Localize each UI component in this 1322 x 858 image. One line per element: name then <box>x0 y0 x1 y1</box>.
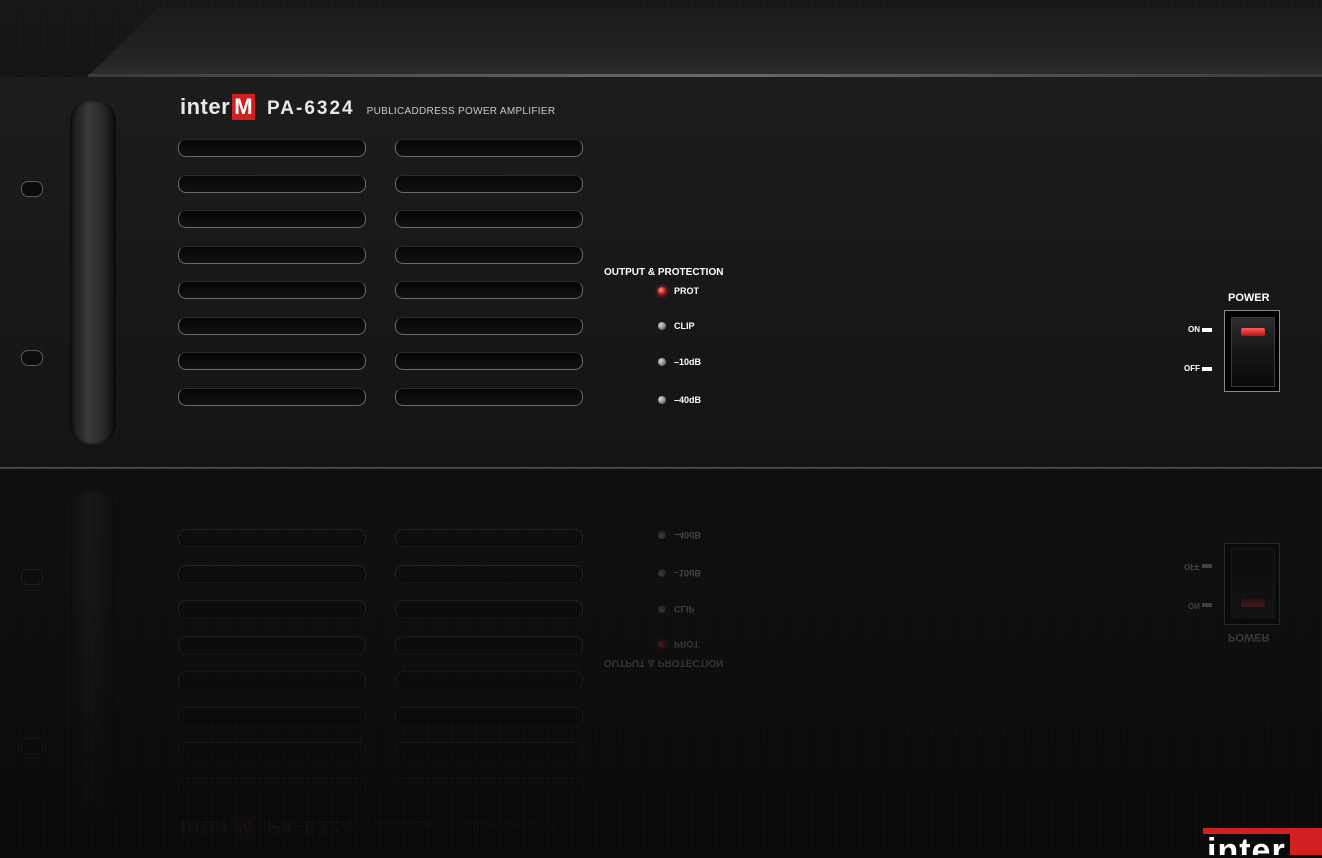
front-panel: inter M PA-6324 PUBLICADDRESS POWER AMPLI… <box>0 77 1322 469</box>
reflection-vent-slot <box>395 778 583 796</box>
power-switch[interactable] <box>1224 310 1280 392</box>
power-lamp-icon <box>1241 328 1265 336</box>
vent-slot <box>178 174 366 193</box>
vent-slot <box>178 281 366 299</box>
indicator-title: OUTPUT & PROTECTION <box>604 267 724 278</box>
reflection-led-icon <box>658 640 666 648</box>
reflection-led-icon <box>658 531 666 539</box>
rack-mount-hole <box>21 350 43 366</box>
reflection-vent-slot <box>395 636 583 654</box>
led-icon <box>658 396 666 404</box>
reflection-vent-slot <box>178 707 366 725</box>
vent-slot <box>178 387 366 406</box>
reflection-vent-slot <box>395 529 583 548</box>
reflection-power-title: POWER <box>1228 631 1270 643</box>
vent-slot <box>395 316 583 335</box>
vent-slot <box>395 281 583 299</box>
rack-mount-hole <box>21 181 43 197</box>
reflection-vent-slot <box>395 707 583 725</box>
reflection-vent-slot <box>395 600 583 619</box>
reflection-indicator-label: PROT <box>674 639 700 649</box>
reflection-vent-slot <box>395 565 583 583</box>
led-icon <box>658 358 666 366</box>
indicator-label: PROT <box>674 286 700 296</box>
power-title: POWER <box>1228 292 1270 304</box>
reflection-vent-slot <box>178 529 366 548</box>
reflection-indicator-minus-10db: –10dB <box>658 568 701 578</box>
reflection-vent-slot <box>178 636 366 654</box>
indicator-minus-40db: –40dB <box>658 395 701 405</box>
reflection-rack-mount-hole <box>21 738 43 754</box>
reflection-brand-logo: inter M <box>180 815 256 841</box>
vent-slot <box>395 245 583 264</box>
vent-slot <box>178 352 366 370</box>
product-description: PUBLICADDRESS POWER AMPLIFIER <box>366 106 556 117</box>
vent-slot <box>178 245 366 264</box>
corner-logo-text: inter <box>1207 832 1286 855</box>
model-number: PA-6324 <box>267 98 355 119</box>
chassis-lid <box>88 8 1322 76</box>
reflection-indicator-prot: PROT <box>658 639 699 649</box>
reflection-power-on-label: ON <box>1188 601 1212 610</box>
front-panel: inter M PA-6324 PUBLICADDRESS POWER AMPLI… <box>0 468 1322 858</box>
reflection-rack-handle <box>70 490 116 835</box>
reflection-indicator-minus-40db: –40dB <box>658 530 701 540</box>
indicator-clip: CLIP <box>658 321 695 331</box>
reflection-indicator-label: CLIP <box>674 604 695 614</box>
reflection-model-number: PA-6324 <box>267 816 355 837</box>
indicator-prot: PROT <box>658 286 699 296</box>
reflection-brand-header: inter M PA-6324 PUBLICADDRESS POWER AMPLI… <box>180 815 555 841</box>
vent-slot <box>395 210 583 228</box>
vent-slot <box>395 174 583 193</box>
reflection-vent-slot <box>178 778 366 796</box>
power-on-label: ON <box>1188 325 1212 334</box>
led-icon <box>658 322 666 330</box>
reflection-vent-slot <box>178 600 366 619</box>
reflection-power-off-label: OFF <box>1184 562 1212 571</box>
brand-header: inter M PA-6324 PUBLICADDRESS POWER AMPLI… <box>180 94 555 120</box>
rack-handle[interactable] <box>70 100 116 445</box>
vent-slot <box>395 387 583 406</box>
vent-slot <box>178 210 366 228</box>
corner-logo-mark <box>1290 834 1322 855</box>
reflection-indicator-title: OUTPUT & PROTECTION <box>604 657 724 668</box>
power-off-label: OFF <box>1184 364 1212 373</box>
power-rocker[interactable] <box>1231 317 1275 387</box>
indicator-label: –10dB <box>674 357 702 367</box>
indicator-label: –40dB <box>674 395 702 405</box>
reflection-led-icon <box>658 569 666 577</box>
reflection-rack-mount-hole <box>21 569 43 585</box>
reflection-indicator-clip: CLIP <box>658 604 695 614</box>
vent-slot <box>178 139 366 157</box>
reflection-vent-slot <box>178 565 366 583</box>
brand-logo: inter M <box>180 94 256 120</box>
floor-reflection: inter M PA-6324 PUBLICADDRESS POWER AMPLI… <box>0 468 1322 858</box>
corner-logo: inter <box>1203 828 1322 855</box>
reflection-vent-slot <box>395 742 583 761</box>
reflection-product-description: PUBLICADDRESS POWER AMPLIFIER <box>366 818 556 829</box>
reflection-indicator-label: –10dB <box>674 568 702 578</box>
reflection-power-lamp-icon <box>1241 599 1265 607</box>
reflection-power-rocker <box>1231 548 1275 618</box>
vent-slot <box>395 139 583 157</box>
reflection-vent-slot <box>395 671 583 690</box>
reflection-led-icon <box>658 605 666 613</box>
indicator-label: CLIP <box>674 321 695 331</box>
reflection-vent-slot <box>178 671 366 690</box>
reflection-indicator-label: –40dB <box>674 530 702 540</box>
indicator-minus-10db: –10dB <box>658 357 701 367</box>
vent-slot <box>178 316 366 335</box>
reflection-vent-slot <box>178 742 366 761</box>
reflection-power-switch <box>1224 543 1280 625</box>
led-icon <box>658 287 666 295</box>
vent-slot <box>395 352 583 370</box>
